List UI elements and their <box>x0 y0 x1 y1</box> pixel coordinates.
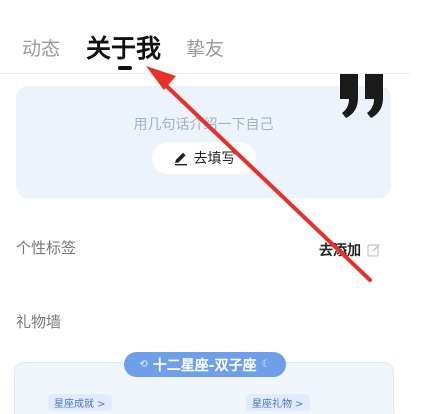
tab-dynamic[interactable]: 动态 <box>22 34 60 61</box>
personal-tags-title: 个性标签 <box>16 239 77 257</box>
self-intro-card: 用几句话介绍一下自己 去填写 <box>16 86 391 198</box>
add-tags-label: 去添加 <box>319 243 361 259</box>
zodiac-badge-label: 十二星座-双子座 <box>152 357 257 374</box>
moon-icon-right: ☾ <box>261 359 271 370</box>
add-tags-button[interactable]: 去添加 <box>319 240 381 260</box>
tab-about-me[interactable]: 关于我 <box>86 29 161 65</box>
moon-icon: ⟲ <box>139 359 148 370</box>
zodiac-badge: ⟲ 十二星座-双子座 ☾ <box>124 352 286 377</box>
tab-close-friends[interactable]: 挚友 <box>186 34 224 61</box>
active-tab-indicator <box>118 66 132 70</box>
zodiac-achievements-link[interactable]: 星座成就 > <box>48 394 112 411</box>
intro-prompt: 用几句话介绍一下自己 <box>133 117 274 133</box>
gift-wall-title: 礼物墙 <box>16 313 62 331</box>
zodiac-gifts-link[interactable]: 星座礼物 > <box>246 394 310 411</box>
fill-intro-button[interactable]: 去填写 <box>152 142 256 174</box>
quote-icon <box>340 74 383 118</box>
edit-icon <box>367 244 380 257</box>
tab-bar: 动态 关于我 挚友 <box>0 0 424 74</box>
pen-icon <box>174 152 187 166</box>
fill-intro-label: 去填写 <box>193 151 236 167</box>
